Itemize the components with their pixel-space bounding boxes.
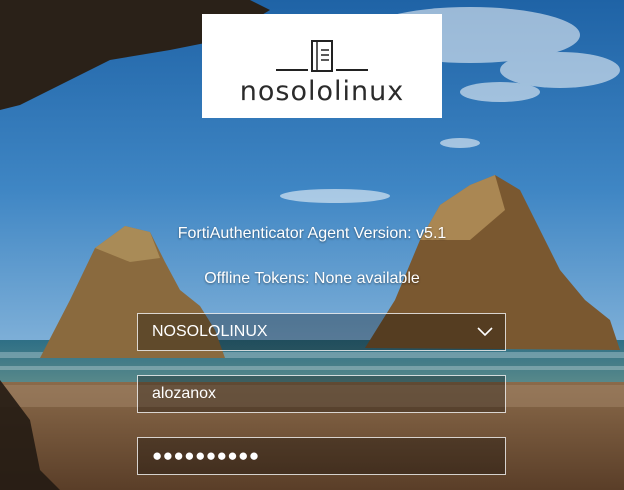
password-input[interactable]: ●●●●●●●●●● xyxy=(137,437,506,475)
server-icon xyxy=(311,40,333,72)
agent-version-text: FortiAuthenticator Agent Version: v5.1 xyxy=(177,225,447,242)
brand-logo: nosololinux xyxy=(202,14,442,118)
chevron-down-icon[interactable] xyxy=(465,313,505,351)
logo-line-left xyxy=(276,69,308,71)
username-input[interactable]: alozanox xyxy=(137,375,506,413)
domain-value: NOSOLOLINUX xyxy=(152,323,268,340)
domain-select[interactable]: NOSOLOLINUX xyxy=(137,313,506,351)
offline-tokens-text: Offline Tokens: None available xyxy=(204,270,420,287)
password-value: ●●●●●●●●●● xyxy=(152,446,260,465)
username-value: alozanox xyxy=(152,385,217,402)
logo-line-right xyxy=(336,69,368,71)
logo-text: nosololinux xyxy=(239,76,405,107)
